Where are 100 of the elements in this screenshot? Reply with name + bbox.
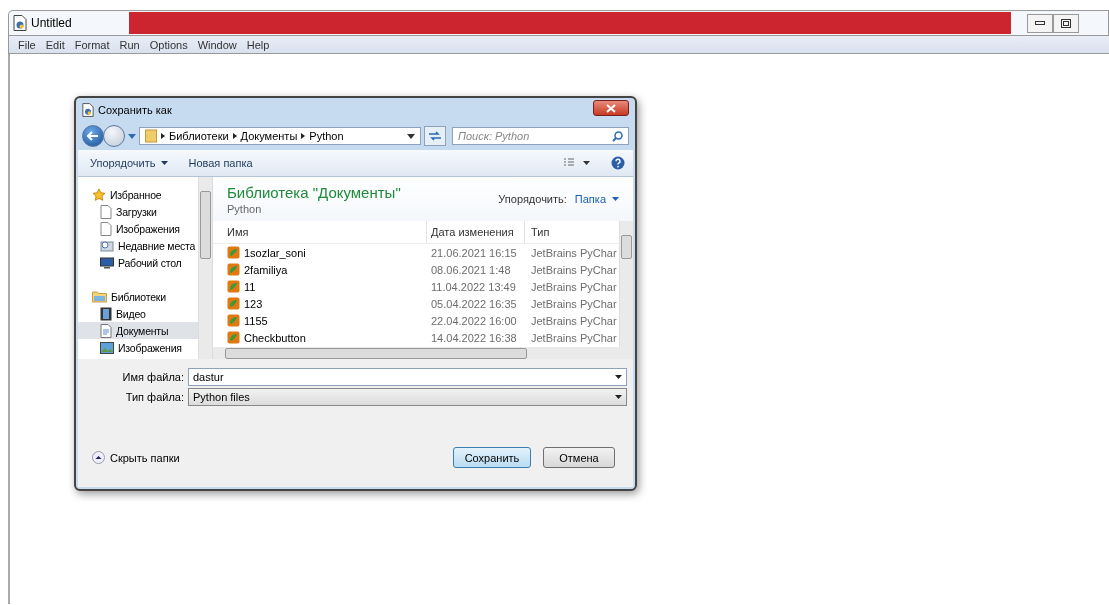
window-title: Untitled xyxy=(31,16,73,30)
minimize-button[interactable] xyxy=(1027,13,1053,33)
nav-item[interactable]: Избранное xyxy=(78,186,198,203)
chevron-right-icon xyxy=(232,133,237,139)
collapse-up-icon xyxy=(92,451,105,464)
scrollbar[interactable] xyxy=(619,221,633,347)
menu-item[interactable]: Help xyxy=(241,38,275,51)
filename-label: Имя файла: xyxy=(121,371,184,383)
python-file-icon xyxy=(227,314,240,327)
menu-item[interactable]: Format xyxy=(69,38,115,51)
breadcrumb-item[interactable]: Библиотеки xyxy=(169,130,229,142)
refresh-button[interactable] xyxy=(424,126,446,146)
file-type: JetBrains PyChar xyxy=(530,280,618,293)
nav-item[interactable]: Библиотеки xyxy=(78,288,198,305)
filetype-label: Тип файла: xyxy=(124,391,184,403)
picture-icon xyxy=(100,341,114,354)
python-file-icon xyxy=(227,280,240,293)
organize-button[interactable]: Упорядочить xyxy=(90,155,169,171)
dropdown-arrow-icon[interactable] xyxy=(615,375,622,379)
dialog-button[interactable]: Отмена xyxy=(543,447,615,468)
arrange-label: Упорядочить: xyxy=(498,193,567,205)
file-type: JetBrains PyChar xyxy=(530,297,618,310)
menu-item[interactable]: Edit xyxy=(40,38,70,51)
scrollbar[interactable] xyxy=(198,177,212,359)
search-icon xyxy=(612,131,623,142)
maximize-button[interactable] xyxy=(1053,13,1079,33)
nav-item[interactable]: Видео xyxy=(78,305,198,322)
breadcrumb-item[interactable]: Документы xyxy=(240,130,298,142)
python-file-icon xyxy=(227,331,240,344)
file-date: 22.04.2022 16:00 xyxy=(430,314,518,327)
help-button[interactable] xyxy=(611,156,625,170)
file-name: 2familiya xyxy=(244,263,288,276)
menu-item[interactable]: Run xyxy=(114,38,145,51)
arrow-left-icon xyxy=(87,131,99,141)
file-type: JetBrains PyChar xyxy=(530,246,618,259)
folder-icon xyxy=(145,129,157,143)
hide-folders-button[interactable]: Скрыть папки xyxy=(92,451,180,464)
new-folder-button[interactable]: Новая папка xyxy=(188,155,253,171)
breadcrumb-item[interactable]: Python xyxy=(309,130,344,142)
nav-item[interactable]: Рабочий стол xyxy=(78,254,198,271)
file-name: Checkbutton xyxy=(244,331,306,344)
menu-item[interactable]: Options xyxy=(144,38,193,51)
close-icon xyxy=(606,103,616,113)
file-row[interactable]: 2familiya 08.06.2021 1:48 JetBrains PyChar xyxy=(213,261,619,278)
file-name: 1sozlar_soni xyxy=(244,246,306,259)
library-title: Библиотека "Документы" xyxy=(227,183,401,201)
chevron-right-icon xyxy=(301,133,306,139)
back-button[interactable] xyxy=(82,125,104,147)
file-name: 11 xyxy=(244,280,256,293)
file-date: 08.06.2021 1:48 xyxy=(430,263,512,276)
file-row[interactable]: Checkbutton 14.04.2022 16:38 JetBrains PyChar xyxy=(213,329,619,346)
close-button[interactable] xyxy=(593,100,629,116)
nav-item[interactable]: Загрузки xyxy=(78,203,198,220)
filetype-dropdown[interactable]: Python files xyxy=(188,388,627,406)
maximize-icon xyxy=(1061,18,1071,28)
refresh-arrows-icon xyxy=(428,131,442,141)
file-row[interactable]: 1155 22.04.2022 16:00 JetBrains PyChar xyxy=(213,312,619,329)
view-options-button[interactable] xyxy=(563,158,591,168)
minimize-icon xyxy=(1035,20,1045,26)
menu-item[interactable]: Window xyxy=(192,38,242,51)
nav-item[interactable]: Изображения xyxy=(78,220,198,237)
python-file-icon xyxy=(227,246,240,259)
menu-item[interactable]: File xyxy=(13,38,41,51)
address-bar[interactable]: Библиотеки Документы Python xyxy=(139,127,421,145)
file-date: 05.04.2022 16:35 xyxy=(430,297,518,310)
document-icon xyxy=(100,323,112,338)
file-date: 14.04.2022 16:38 xyxy=(430,331,518,344)
python-file-icon xyxy=(227,297,240,310)
page-icon xyxy=(100,221,112,236)
scrollbar[interactable] xyxy=(213,347,633,359)
python-file-icon xyxy=(227,263,240,276)
python-file-icon xyxy=(82,103,94,117)
file-row[interactable]: 11 11.04.2022 13:49 JetBrains PyChar xyxy=(213,278,619,295)
arrange-dropdown[interactable]: Папка xyxy=(574,193,619,205)
file-type: JetBrains PyChar xyxy=(530,331,618,344)
search-field[interactable]: Поиск: Python xyxy=(452,127,629,145)
file-type: JetBrains PyChar xyxy=(530,263,618,276)
nav-item[interactable]: Документы xyxy=(78,322,198,339)
chevron-right-icon xyxy=(161,133,165,139)
filename-field[interactable]: dastur xyxy=(188,368,627,386)
caret-icon xyxy=(161,161,169,165)
file-type: JetBrains PyChar xyxy=(530,314,618,327)
file-name: 1155 xyxy=(244,314,268,327)
folder-icon xyxy=(92,290,107,303)
file-row[interactable]: 1sozlar_soni 21.06.2021 16:15 JetBrains PyChar xyxy=(213,244,619,261)
forward-button[interactable] xyxy=(103,125,125,147)
column-header[interactable]: Дата изменения xyxy=(427,221,525,243)
file-date: 21.06.2021 16:15 xyxy=(430,246,518,259)
nav-item[interactable]: Изображения xyxy=(78,339,198,356)
file-date: 11.04.2022 13:49 xyxy=(430,280,517,293)
column-header[interactable]: Имя xyxy=(213,221,427,243)
library-subtitle: Python xyxy=(227,202,263,215)
file-row[interactable]: 123 05.04.2022 16:35 JetBrains PyChar xyxy=(213,295,619,312)
column-header[interactable]: Тип xyxy=(525,221,619,243)
list-view-icon xyxy=(563,158,591,168)
dialog-button[interactable]: Сохранить xyxy=(453,447,531,468)
nav-item[interactable]: Недавние места xyxy=(78,237,198,254)
dropdown-arrow-icon xyxy=(615,395,622,399)
film-icon xyxy=(100,306,112,321)
dropdown-arrow-icon[interactable] xyxy=(407,133,415,139)
